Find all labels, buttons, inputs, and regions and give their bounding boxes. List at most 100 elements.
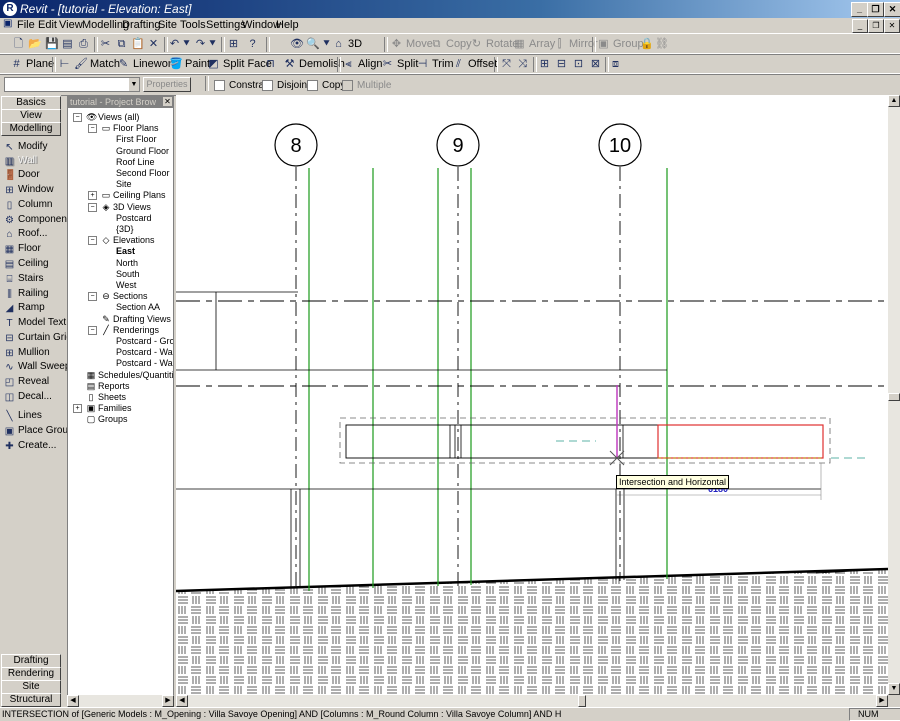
collapse-icon[interactable]: − [88,325,97,335]
browser-node[interactable]: North [116,258,138,269]
browser-node[interactable]: ▭ Ceiling Plans [101,190,166,201]
browser-hscrollbar[interactable]: ◀ ▶ [67,695,174,707]
scroll-thumb[interactable] [578,695,586,707]
close-icon[interactable]: ✕ [163,97,172,106]
browser-node[interactable]: Postcard - Grou [116,336,173,347]
browser-node[interactable]: ✎ Drafting Views [101,314,171,325]
copy-checkbox[interactable]: Copy [307,77,345,93]
trim-button[interactable]: ⊣ Trim [416,56,454,72]
cut-geometry-icon[interactable]: ⊓ [264,56,280,72]
split-button[interactable]: ✂ Split [381,56,419,72]
design-item-floor[interactable]: ▦ Floor [4,242,41,256]
design-item-reveal[interactable]: ◰ Reveal [4,375,49,389]
browser-node[interactable]: ⊖ Sections [101,291,147,302]
design-item-roof[interactable]: ⌂ Roof... [4,227,47,241]
view-3d-button[interactable]: ⌂ 3D [332,36,362,52]
design-item-ramp[interactable]: ◢ Ramp [4,301,45,315]
lock-icon[interactable]: 🔒 [640,36,656,52]
design-item-wall[interactable]: ▥ Wall [4,154,37,168]
drawing-canvas[interactable]: 8 9 10 6180 Intersection and Horizontal [176,95,888,695]
demolish-button[interactable]: ⚒ Demolish [283,56,345,72]
project-browser[interactable]: tutorial - Project Brow ✕ − 👁Views (all) −… [67,95,174,709]
close-icon[interactable]: ✕ [884,2,900,17]
redo-list-icon[interactable]: ⯆ [206,36,222,52]
browser-node[interactable]: ◇ Elevations [101,235,155,246]
design-item-mullion[interactable]: ⊞ Mullion [4,346,49,360]
collapse-icon[interactable]: − [88,124,97,134]
design-item-lines[interactable]: ╲ Lines [4,409,41,423]
close-hidden-icon[interactable]: ⊠ [589,56,605,72]
design-item-decal[interactable]: ◫ Decal... [4,390,52,404]
browser-node[interactable]: ╱ Renderings [101,325,159,336]
menu-help[interactable]: Help [276,19,299,31]
new-icon[interactable]: 🗋 [12,36,28,52]
browser-node[interactable]: First Floor [116,134,157,145]
align-button[interactable]: ⫷ Align [342,56,382,72]
design-item-create[interactable]: ✚ Create... [4,439,56,453]
browser-node[interactable]: South [116,269,140,280]
browser-node[interactable]: ▢ Groups [86,414,128,425]
save-icon[interactable]: 💾 [45,36,61,52]
menu-file[interactable]: File [17,19,35,31]
menu-site[interactable]: Site [158,19,177,31]
browser-node[interactable]: Section AA [116,302,160,313]
group-button[interactable]: ▣ Group [597,36,643,52]
expand-icon[interactable]: + [73,404,82,414]
design-tab-modelling[interactable]: Modelling [1,122,61,136]
cascade-icon[interactable]: ⊟ [555,56,571,72]
horizontal-scrollbar[interactable]: ◀ ▶ [176,695,888,707]
menu-tools[interactable]: Tools [180,19,206,31]
split-face-button[interactable]: ◩ Split Face [207,56,272,72]
design-tab-view[interactable]: View [1,109,61,123]
browser-node[interactable]: West [116,280,136,291]
array-button[interactable]: ▦ Array [513,36,555,52]
design-item-model-text[interactable]: T Model Text [4,316,66,330]
collapse-icon[interactable]: − [88,202,97,212]
scroll-right-icon[interactable]: ▶ [162,695,174,707]
design-item-column[interactable]: ▯ Column [4,198,53,212]
copy-icon[interactable]: ⧉ [115,36,131,52]
browser-node[interactable]: East [116,246,135,257]
save-all-icon[interactable]: ▤ [61,36,77,52]
disjoin-checkbox[interactable]: Disjoin [262,77,307,93]
menu-settings[interactable]: Settings [206,19,246,31]
minimize-icon[interactable]: _ [851,2,868,17]
browser-node[interactable]: Second Floor [116,168,170,179]
dynamic-view-icon[interactable]: 👁 [290,36,306,52]
thin-lines-icon[interactable]: ⊞ [227,36,243,52]
print-icon[interactable]: ⎙ [77,36,93,52]
plane-button[interactable]: # Plane [10,56,54,72]
restore-icon[interactable]: ❐ [867,2,884,17]
collapse-icon[interactable]: − [88,292,97,302]
browser-node[interactable]: Postcard - Wall- [116,347,173,358]
design-tab-rendering[interactable]: Rendering [1,667,61,681]
scroll-right-icon[interactable]: ▶ [876,695,888,707]
mirror-button[interactable]: ⫿ Mirror [553,36,598,52]
menu-drafting[interactable]: Drafting [122,19,161,31]
unhide-icon[interactable]: ⤨ [516,56,532,72]
design-item-wall-sweep[interactable]: ∿ Wall Sweep [4,360,70,374]
offset-button[interactable]: ⫽ Offset [452,56,497,72]
menu-view[interactable]: View [59,19,83,31]
whats-this-icon[interactable]: ? [246,36,262,52]
browser-node[interactable]: Postcard [116,213,152,224]
hide-icon[interactable]: ⤧ [500,56,516,72]
scroll-up-icon[interactable]: ▲ [888,95,900,107]
design-item-window[interactable]: ⊞ Window [4,183,53,197]
rotate-button[interactable]: ↻ Rotate [470,36,519,52]
cut-icon[interactable]: ✂ [99,36,115,52]
browser-node[interactable]: ▯ Sheets [86,392,127,403]
properties-button[interactable]: Properties [143,77,191,92]
design-tab-drafting[interactable]: Drafting [1,654,61,668]
vertical-scrollbar[interactable]: ▲ ▼ [888,95,900,695]
scroll-left-icon[interactable]: ◀ [176,695,188,707]
design-item-modify[interactable]: ↖ Modify [4,140,47,154]
doc-restore-icon[interactable]: ❐ [868,19,884,33]
paste-icon[interactable]: 📋 [131,36,147,52]
multiple-checkbox[interactable]: Multiple [342,77,391,93]
browser-node[interactable]: Postcard - Wall- [116,358,173,369]
unlock-icon[interactable]: ⛓ [655,36,671,52]
measure-icon[interactable]: ⊢ [58,56,74,72]
design-tab-basics[interactable]: Basics [1,96,61,110]
type-selector-dropdown[interactable]: ▼ [4,77,140,92]
